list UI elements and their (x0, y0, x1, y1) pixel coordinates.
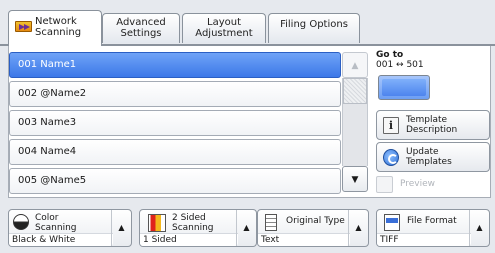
list-item-label: 001 Name1 (18, 59, 77, 70)
list-scrollbar[interactable]: ▲ ▼ (342, 52, 368, 192)
scroll-track[interactable] (342, 78, 368, 166)
feature-value: TIFF (377, 233, 471, 246)
file-format-button[interactable]: File Format TIFF ▲ (376, 209, 490, 247)
list-item-label: 004 Name4 (18, 146, 77, 157)
template-description-button[interactable]: i Template Description (376, 110, 490, 140)
feature-title: Scanning (35, 223, 77, 233)
tab-label: Advanced (116, 17, 166, 28)
list-item[interactable]: 003 Name3 (9, 110, 341, 136)
tab-network-scanning[interactable]: Network Scanning (8, 10, 102, 46)
chevron-up-icon[interactable]: ▲ (469, 210, 489, 246)
preview-checkbox-row[interactable]: Preview (376, 176, 456, 194)
chevron-up-icon[interactable]: ▲ (348, 210, 368, 246)
tab-label: Layout (207, 17, 241, 28)
original-type-icon (265, 214, 277, 231)
tab-filing-options[interactable]: Filing Options (268, 13, 360, 43)
address-list: 001 Name1 002 @Name2 003 Name3 004 Name4… (9, 52, 341, 194)
list-item[interactable]: 004 Name4 (9, 139, 341, 165)
feature-value: 1 Sided (140, 233, 238, 246)
feature-title: File Format (407, 216, 457, 226)
list-item[interactable]: 001 Name1 (9, 52, 341, 78)
goto-range: 001 ↔ 501 (376, 60, 424, 70)
list-item[interactable]: 005 @Name5 (9, 168, 341, 194)
chevron-up-icon[interactable]: ▲ (111, 210, 131, 246)
file-format-icon (384, 214, 400, 231)
two-sided-icon (148, 214, 166, 232)
feature-value: Text (258, 233, 350, 246)
update-templates-button[interactable]: Update Templates (376, 142, 490, 172)
button-label: Template (406, 115, 448, 125)
preview-label: Preview (400, 179, 436, 189)
list-item-label: 005 @Name5 (18, 175, 87, 186)
feature-title: Original Type (286, 216, 345, 226)
button-label: Description (406, 125, 458, 135)
feature-title: Scanning (172, 223, 214, 233)
tab-label: Network (35, 16, 77, 27)
tab-label: Scanning (35, 27, 82, 38)
tab-layout-adjustment[interactable]: Layout Adjustment (182, 13, 266, 43)
scroll-up-button[interactable]: ▲ (342, 52, 368, 78)
chevron-up-icon[interactable]: ▲ (236, 210, 256, 246)
tab-bar: Network Scanning Advanced Settings Layou… (0, 0, 495, 46)
preview-checkbox[interactable] (376, 176, 393, 193)
button-label: Templates (406, 157, 452, 167)
scroll-down-button[interactable]: ▼ (342, 166, 368, 192)
feature-value: Black & White (9, 233, 113, 246)
list-item-label: 002 @Name2 (18, 88, 87, 99)
list-item[interactable]: 002 @Name2 (9, 81, 341, 107)
tab-label: Adjustment (195, 28, 253, 39)
button-label: Update (406, 147, 439, 157)
feature-title: Color (35, 213, 59, 223)
tab-label: Filing Options (280, 19, 348, 30)
original-type-button[interactable]: Original Type Text ▲ (257, 209, 369, 247)
feature-title: 2 Sided (172, 213, 206, 223)
refresh-icon (383, 149, 399, 166)
list-item-label: 003 Name3 (18, 117, 77, 128)
two-sided-scanning-button[interactable]: 2 Sided Scanning 1 Sided ▲ (139, 209, 257, 247)
info-icon: i (383, 117, 399, 134)
tab-label: Settings (120, 28, 162, 39)
network-scan-icon (15, 21, 32, 32)
tab-advanced-settings[interactable]: Advanced Settings (102, 13, 180, 43)
color-mode-icon (13, 214, 29, 230)
goto-input-button[interactable] (378, 75, 430, 100)
scroll-thumb[interactable] (343, 78, 367, 104)
color-scanning-button[interactable]: Color Scanning Black & White ▲ (8, 209, 132, 247)
